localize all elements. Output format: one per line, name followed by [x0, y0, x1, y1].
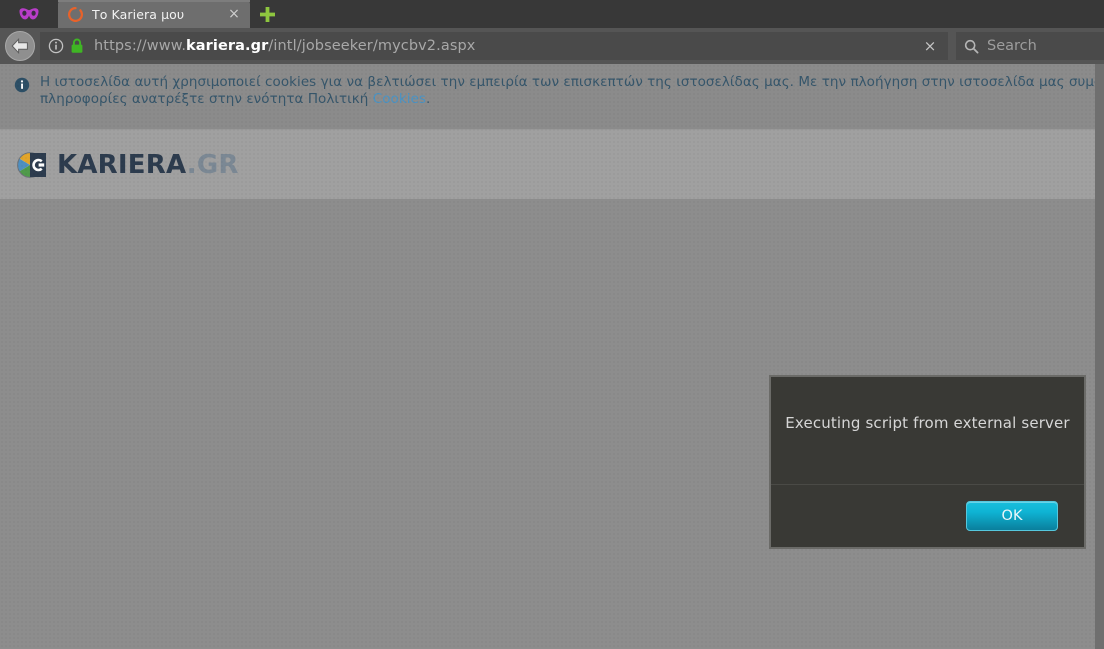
vertical-scrollbar[interactable]: [1095, 64, 1104, 649]
site-logo-text: KARIERA.GR: [57, 150, 239, 180]
padlock-icon[interactable]: [70, 38, 84, 54]
mask-icon: [19, 8, 39, 20]
javascript-alert-dialog: Executing script from external server OK: [769, 375, 1086, 549]
url-scheme: https://www.: [94, 38, 187, 54]
kariera-pie-logo-icon: [17, 151, 46, 178]
site-logo-tld: .GR: [186, 149, 239, 180]
new-tab-button[interactable]: [250, 0, 284, 28]
clear-url-icon[interactable]: ×: [916, 37, 944, 55]
private-browsing-indicator[interactable]: [0, 0, 58, 28]
navigation-toolbar: https://www.kariera.gr/intl/jobseeker/my…: [0, 28, 1104, 64]
site-logo-name: KARIERA: [57, 149, 187, 180]
back-button[interactable]: [5, 31, 35, 61]
search-icon: [964, 39, 979, 53]
ok-button[interactable]: OK: [966, 501, 1058, 531]
url-bar[interactable]: https://www.kariera.gr/intl/jobseeker/my…: [40, 32, 948, 60]
site-header: KARIERA.GR: [0, 130, 1104, 200]
search-input[interactable]: Search: [987, 38, 1037, 54]
cookie-notice-line-2: πληροφορίες ανατρέξτε στην ενότητα Πολιτ…: [40, 91, 1104, 108]
url-text: https://www.kariera.gr/intl/jobseeker/my…: [94, 38, 916, 54]
site-logo[interactable]: KARIERA.GR: [16, 150, 239, 180]
cookie-notice-line-2-prefix: πληροφορίες ανατρέξτε στην ενότητα Πολιτ…: [40, 91, 373, 107]
cookie-notice-bar: Η ιστοσελίδα αυτή χρησιμοποιεί cookies γ…: [0, 64, 1104, 130]
url-host: kariera.gr: [186, 38, 269, 54]
dialog-message: Executing script from external server: [785, 413, 1070, 432]
dialog-footer: OK: [771, 485, 1084, 547]
back-arrow-icon: [11, 38, 28, 54]
browser-window: Το Kariera μου × https://www.kariera.gr/…: [0, 0, 1104, 649]
info-circle-icon[interactable]: [48, 38, 64, 54]
dialog-message-area: Executing script from external server: [771, 377, 1084, 485]
info-icon: [14, 77, 30, 93]
cookie-notice-text: Η ιστοσελίδα αυτή χρησιμοποιεί cookies γ…: [40, 74, 1104, 108]
cookie-notice-line-1: Η ιστοσελίδα αυτή χρησιμοποιεί cookies γ…: [40, 74, 1104, 90]
search-bar[interactable]: Search: [956, 32, 1104, 60]
loading-spinner-icon: [68, 6, 83, 22]
cookie-notice-line-2-suffix: .: [425, 91, 431, 107]
page-viewport: Η ιστοσελίδα αυτή χρησιμοποιεί cookies γ…: [0, 64, 1104, 649]
plus-icon: [259, 6, 275, 22]
cookies-policy-link[interactable]: Cookies: [373, 91, 426, 107]
tab-close-icon[interactable]: ×: [226, 6, 242, 22]
browser-tab[interactable]: Το Kariera μου ×: [58, 0, 250, 28]
tab-strip: Το Kariera μου ×: [0, 0, 1104, 28]
tab-title: Το Kariera μου: [92, 6, 185, 22]
url-path: /intl/jobseeker/mycbv2.aspx: [268, 38, 476, 54]
